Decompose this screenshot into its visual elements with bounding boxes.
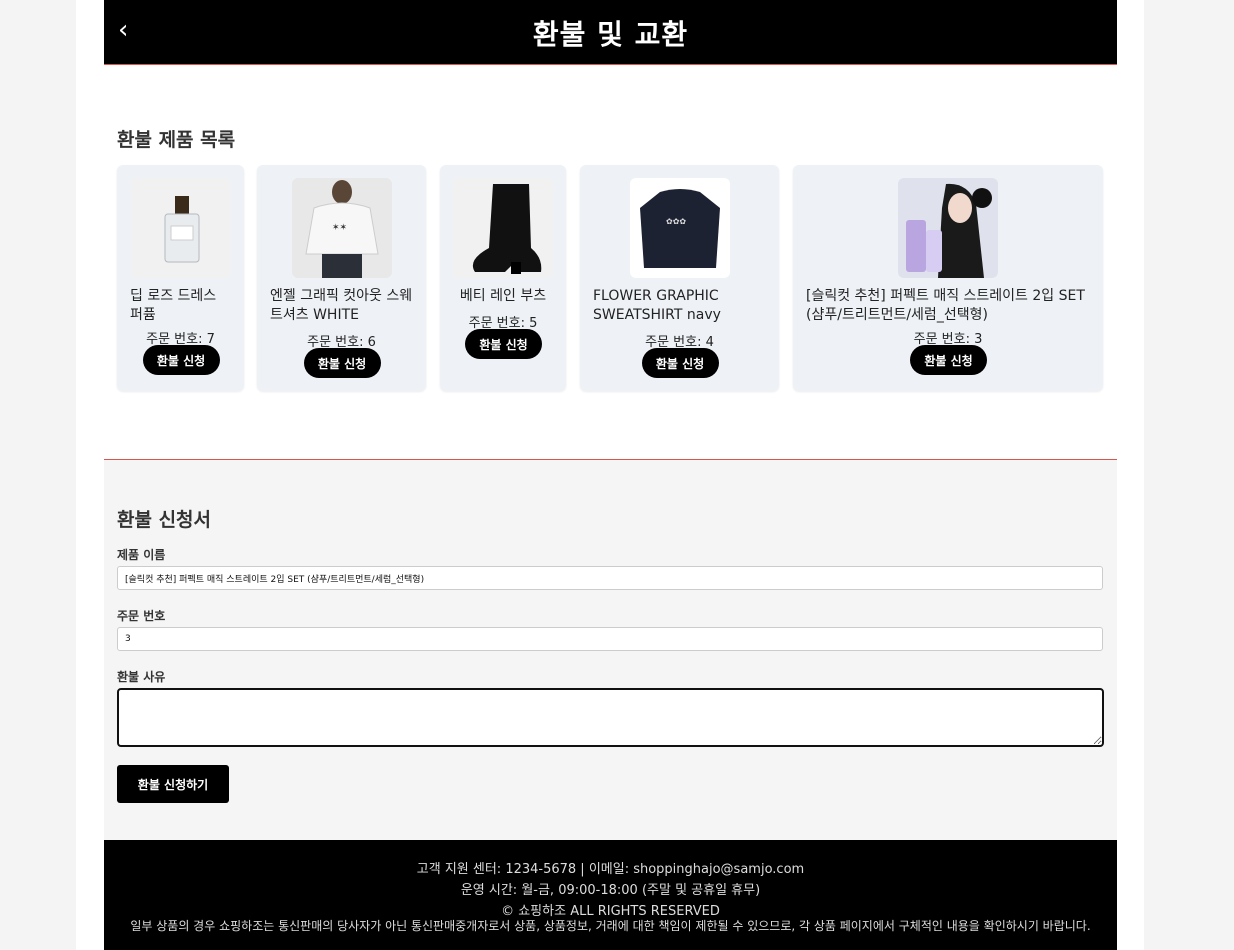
- refund-form: 환불 신청서 제품 이름 주문 번호 환불 사유 환불 신청하기: [104, 459, 1117, 841]
- product-card: [슬릭컷 추천] 퍼펙트 매직 스트레이트 2입 SET (샴푸/트리트먼트/세…: [793, 165, 1103, 391]
- white-sweatshirt-image: ✶✶: [291, 178, 392, 278]
- rain-boot-image: [453, 178, 553, 278]
- product-name-label: 제품 이름: [117, 548, 166, 562]
- footer-copyright: © 쇼핑하조 ALL RIGHTS RESERVED: [501, 904, 720, 919]
- refund-request-button[interactable]: 환불 신청: [303, 348, 381, 378]
- submit-refund-button[interactable]: 환불 신청하기: [117, 765, 229, 803]
- product-card: 베티 레인 부츠 주문 번호: 5 환불 신청: [440, 165, 566, 391]
- order-number-label: 주문 번호: [117, 609, 166, 623]
- product-list-title: 환불 제품 목록: [117, 129, 236, 151]
- product-card: 딥 로즈 드레스 퍼퓸 주문 번호: 7 환불 신청: [117, 165, 244, 391]
- top-bar: ‹ 환불 및 교환: [104, 0, 1117, 65]
- refund-reason-textarea[interactable]: [117, 688, 1104, 747]
- product-card: ✶✶ 엔젤 그래픽 컷아웃 스웨트셔츠 WHITE 주문 번호: 6 환불 신청: [257, 165, 426, 391]
- page-title: 환불 및 교환: [532, 18, 689, 51]
- haircare-set-image: [898, 178, 998, 278]
- svg-text:✶✶: ✶✶: [332, 223, 347, 233]
- footer: 고객 지원 센터: 1234-5678 | 이메일: shoppinghajo@…: [104, 840, 1117, 950]
- refund-form-title: 환불 신청서: [117, 509, 212, 531]
- footer-notice: 일부 상품의 경우 쇼핑하조는 통신판매의 당사자가 아닌 통신판매중개자로서 …: [130, 919, 1091, 933]
- product-name: 딥 로즈 드레스 퍼퓸: [130, 288, 217, 323]
- footer-hours: 운영 시간: 월-금, 09:00-18:00 (주말 및 공휴일 휴무): [460, 883, 761, 898]
- refund-request-button[interactable]: 환불 신청: [142, 345, 220, 375]
- refund-reason-label: 환불 사유: [117, 670, 166, 684]
- product-name: [슬릭컷 추천] 퍼펙트 매직 스트레이트 2입 SET (샴푸/트리트먼트/세…: [806, 288, 1085, 323]
- perfume-bottle-image: [130, 178, 231, 278]
- product-name-field[interactable]: [117, 566, 1103, 590]
- navy-sweatshirt-image: ✿✿✿: [629, 178, 730, 278]
- product-card-list: 딥 로즈 드레스 퍼퓸 주문 번호: 7 환불 신청 ✶✶ 엔젤 그래픽 컷아웃…: [117, 165, 1107, 391]
- footer-support: 고객 지원 센터: 1234-5678 | 이메일: shoppinghajo@…: [416, 862, 805, 877]
- order-number-field[interactable]: [117, 627, 1103, 651]
- product-name: 엔젤 그래픽 컷아웃 스웨트셔츠 WHITE: [270, 288, 413, 323]
- svg-text:✿✿✿: ✿✿✿: [666, 217, 686, 226]
- product-card: ✿✿✿ FLOWER GRAPHIC SWEATSHIRT navy 주문 번호…: [580, 165, 779, 391]
- product-name: FLOWER GRAPHIC SWEATSHIRT navy: [593, 288, 721, 323]
- refund-request-button[interactable]: 환불 신청: [641, 348, 719, 378]
- product-name: 베티 레인 부츠: [459, 288, 547, 304]
- page: ‹ 환불 및 교환 환불 제품 목록 딥 로즈 드레스 퍼퓸 주문 번호: 7 …: [76, 0, 1144, 950]
- refund-request-button[interactable]: 환불 신청: [465, 329, 542, 359]
- refund-request-button[interactable]: 환불 신청: [910, 345, 987, 375]
